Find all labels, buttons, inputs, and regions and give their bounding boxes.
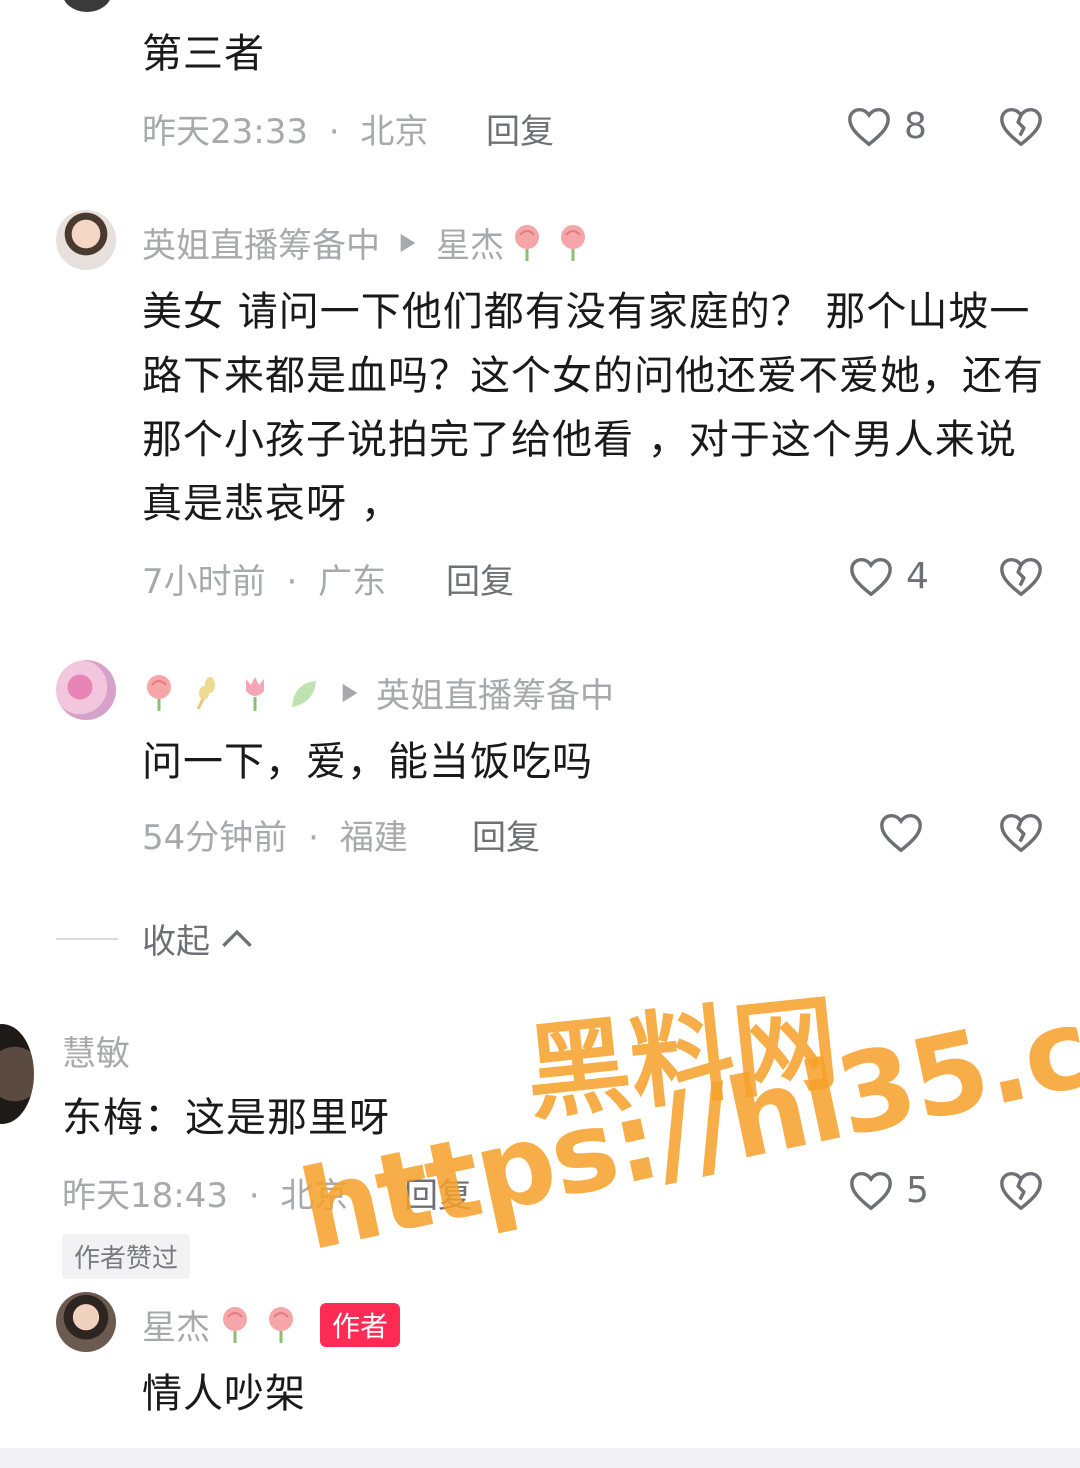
reply-to-username[interactable]: 英姐直播筹备中 (376, 668, 614, 717)
reply-button[interactable]: 回复 (446, 554, 514, 603)
username[interactable]: 慧敏 (62, 1026, 130, 1075)
broken-heart-icon (1000, 107, 1042, 146)
heart-outline-icon (848, 107, 890, 147)
dislike-button[interactable] (998, 1168, 1044, 1216)
username[interactable]: 英姐直播筹备中 (142, 218, 380, 267)
rose-emoji-icon (515, 224, 539, 261)
comment-text: 问一下，爱，能当饭吃吗 (142, 739, 593, 785)
like-count: 8 (904, 105, 927, 147)
avatar[interactable] (56, 210, 116, 270)
reply-to-username[interactable]: 星杰 (436, 218, 504, 267)
comment-time: 昨天18:43 (62, 1176, 228, 1216)
like-count: 5 (906, 1169, 929, 1211)
leaf-emoji-icon (292, 680, 316, 707)
comment-text: 情人吵架 (142, 1371, 306, 1417)
comment-meta: 昨天23:33 · 北京 (142, 104, 428, 153)
triangle-right-icon (342, 683, 358, 702)
like-button[interactable] (878, 810, 924, 858)
meta-separator: · (286, 562, 298, 602)
comment-time: 昨天23:33 (142, 112, 308, 152)
avatar[interactable] (0, 1024, 34, 1124)
rose-emoji-icon (269, 1306, 293, 1343)
avatar[interactable] (62, 0, 112, 12)
comment-header: 英姐直播筹备中 (142, 668, 614, 717)
comment-location: 北京 (360, 112, 429, 152)
wheat-emoji-icon (196, 676, 215, 710)
comment-location: 广东 (318, 562, 387, 602)
rose-emoji-icon (223, 1306, 247, 1343)
comment-meta: 54分钟前 · 福建 (142, 810, 408, 859)
chevron-up-icon (222, 929, 252, 947)
reply-button[interactable]: 回复 (486, 104, 554, 153)
username[interactable]: 星杰 (142, 1300, 210, 1349)
comment-time: 7小时前 (142, 562, 266, 602)
comment-text: 第三者 (142, 31, 265, 77)
heart-outline-icon (850, 557, 892, 597)
like-count: 4 (906, 555, 929, 597)
broken-heart-icon (1000, 1171, 1042, 1210)
rose-emoji-icon (147, 674, 171, 711)
collapse-divider (56, 938, 118, 940)
meta-separator: · (328, 112, 340, 152)
tulip-emoji-icon (246, 676, 264, 711)
comment-time: 54分钟前 (142, 818, 288, 858)
meta-separator: · (248, 1176, 260, 1216)
dislike-button[interactable] (998, 554, 1044, 602)
meta-separator: · (308, 818, 319, 858)
like-button[interactable]: 5 (848, 1168, 929, 1212)
rose-emoji-icon (561, 224, 585, 261)
broken-heart-icon (1000, 557, 1042, 596)
dislike-button[interactable] (998, 810, 1044, 858)
collapse-replies-button[interactable]: 收起 (142, 914, 254, 963)
heart-outline-icon (880, 813, 922, 853)
like-button[interactable]: 8 (846, 104, 927, 148)
collapse-label: 收起 (142, 922, 210, 962)
dislike-button[interactable] (998, 104, 1044, 152)
like-button[interactable]: 4 (848, 554, 929, 598)
comment-header: 英姐直播筹备中 星杰 (142, 218, 590, 267)
comment-header: 星杰 作者 (142, 1300, 401, 1349)
heart-outline-icon (850, 1171, 892, 1211)
reply-button[interactable]: 回复 (472, 810, 540, 859)
comment-location: 福建 (339, 818, 408, 858)
bottom-input-bar[interactable] (0, 1448, 1080, 1468)
author-badge: 作者 (320, 1302, 401, 1347)
comment-meta: 7小时前 · 广东 (142, 554, 386, 603)
broken-heart-icon (1000, 813, 1042, 852)
avatar[interactable] (56, 1292, 116, 1352)
comment-text: 美女 请问一下他们都有没有家庭的？ 那个山坡一路下来都是血吗？这个女的问他还爱不… (142, 289, 1044, 527)
triangle-right-icon (400, 233, 416, 252)
author-liked-tag: 作者赞过 (62, 1234, 191, 1279)
avatar[interactable] (56, 660, 116, 720)
